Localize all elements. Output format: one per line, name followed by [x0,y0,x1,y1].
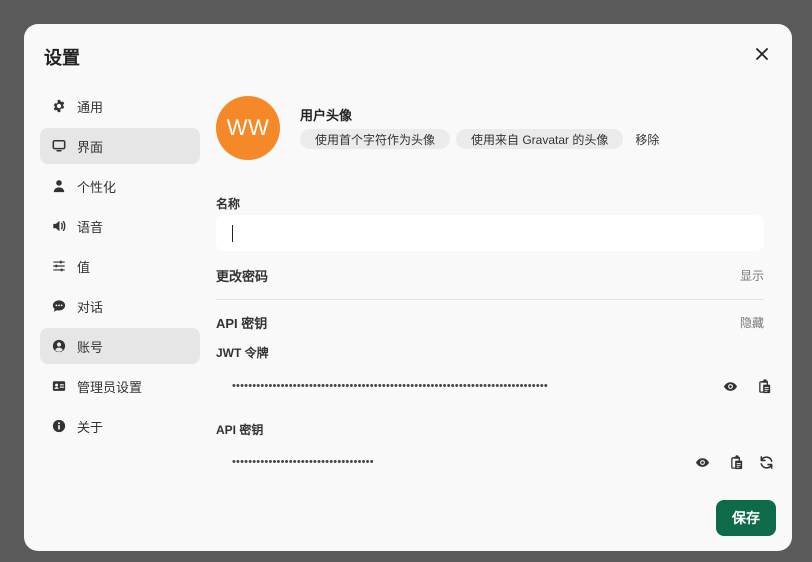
sidebar-item-label: 个性化 [77,179,117,195]
change-password-header: 更改密码 显示 [216,266,764,285]
sidebar-item-label: 通用 [77,99,104,115]
sidebar-item-label: 语音 [77,219,104,235]
api-keys-title: API 密钥 [216,316,268,331]
modal-title: 设置 [44,48,80,68]
api-key-show-button[interactable] [694,454,710,470]
sidebar-item-label: 管理员设置 [77,379,143,395]
sidebar-item-label: 值 [77,259,91,275]
speaker-icon [51,218,67,234]
settings-sidebar: 通用 界面 个性化 语音 值 对话 账号 管理员设置 关于 [40,88,200,448]
chat-icon [51,298,67,314]
settings-modal: 设置 通用 界面 个性化 语音 值 对话 账号 管理员设置 关于 WW 用户头像… [24,24,792,551]
change-password-title: 更改密码 [216,269,269,284]
person-icon [51,178,67,194]
jwt-token-row: ••••••••••••••••••••••••••••••••••••••••… [232,376,771,396]
sidebar-item-interface[interactable]: 界面 [40,128,200,164]
text-caret [232,225,233,242]
jwt-token-value: ••••••••••••••••••••••••••••••••••••••••… [232,380,548,392]
name-label: 名称 [216,197,241,211]
avatar-label: 用户头像 [300,108,353,123]
id-card-icon [51,378,67,394]
sidebar-item-label: 界面 [77,139,104,155]
api-keys-header: API 密钥 隐藏 [216,313,764,332]
info-icon [51,418,67,434]
api-key-row: ••••••••••••••••••••••••••••••••••• [232,452,772,472]
use-initials-avatar-button[interactable]: 使用首个字符作为头像 [300,129,451,149]
sidebar-item-label: 对话 [77,299,104,315]
api-key-label: API 密钥 [216,423,264,437]
name-input[interactable] [216,215,764,251]
clipboard-icon [759,378,771,393]
show-password-toggle[interactable]: 显示 [740,267,764,284]
avatar[interactable]: WW [216,96,280,160]
avatar-actions: 使用首个字符作为头像 使用来自 Gravatar 的头像 移除 [300,129,659,149]
jwt-token-label: JWT 令牌 [216,346,269,360]
sidebar-item-label: 关于 [77,419,104,435]
refresh-icon [760,455,772,469]
jwt-copy-button[interactable] [757,378,773,394]
api-key-regenerate-button[interactable] [758,454,774,470]
sidebar-item-account[interactable]: 账号 [40,328,200,364]
sidebar-item-chats[interactable]: 对话 [40,288,200,324]
close-button[interactable] [752,44,772,64]
sidebar-item-admin-settings[interactable]: 管理员设置 [40,368,200,404]
remove-avatar-button[interactable]: 移除 [635,131,659,148]
sidebar-item-about[interactable]: 关于 [40,408,200,444]
sidebar-item-label: 账号 [77,339,104,355]
jwt-show-button[interactable] [722,378,738,394]
user-circle-icon [51,338,67,354]
sidebar-item-voice[interactable]: 语音 [40,208,200,244]
sidebar-item-personalization[interactable]: 个性化 [40,168,200,204]
divider [216,299,764,300]
sidebar-item-general[interactable]: 通用 [40,88,200,124]
eye-icon [723,381,737,391]
monitor-icon [51,138,67,154]
clipboard-icon [731,454,743,469]
eye-icon [695,457,709,467]
sliders-icon [51,258,67,274]
api-key-value: ••••••••••••••••••••••••••••••••••• [232,456,374,468]
sidebar-item-values[interactable]: 值 [40,248,200,284]
api-key-copy-button[interactable] [729,454,745,470]
gear-icon [51,98,67,114]
hide-api-keys-toggle[interactable]: 隐藏 [740,314,764,331]
close-icon [756,48,768,60]
use-gravatar-button[interactable]: 使用来自 Gravatar 的头像 [456,129,624,149]
save-button[interactable]: 保存 [716,500,776,536]
